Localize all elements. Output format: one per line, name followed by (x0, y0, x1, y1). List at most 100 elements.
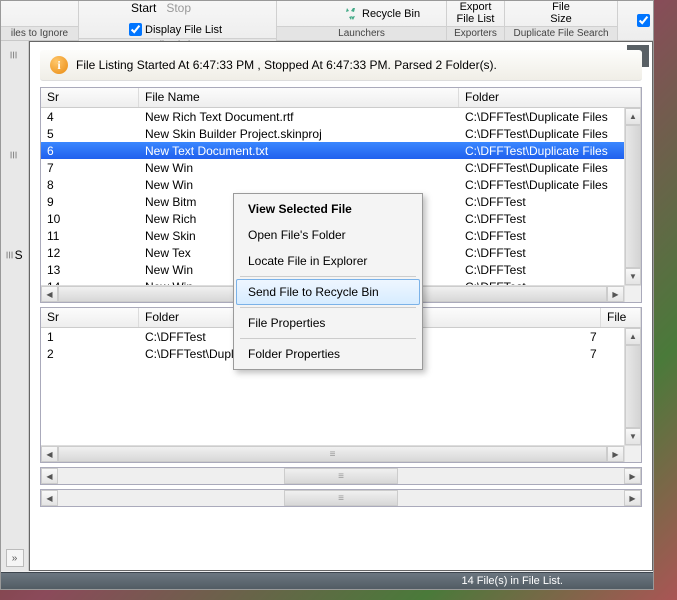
cell-filecount: 7 (584, 347, 624, 361)
main-panel: ✕ i File Listing Started At 6:47:33 PM ,… (29, 41, 653, 571)
display-file-list-checkbox[interactable]: Display File List (85, 21, 222, 38)
dock-handle-icon[interactable] (8, 145, 22, 165)
display-file-list-checkbox-input[interactable] (129, 23, 142, 36)
table-row[interactable]: 4New Rich Text Document.rtfC:\DFFTest\Du… (41, 108, 624, 125)
cell-sr: 4 (41, 110, 139, 124)
file-size-button[interactable]: File Size (548, 1, 573, 25)
col-folder[interactable]: Folder (459, 88, 641, 107)
cell-folder: C:\DFFTest (459, 229, 624, 243)
info-bar: i File Listing Started At 6:47:33 PM , S… (40, 50, 642, 81)
cell-sr: 2 (41, 347, 139, 361)
cm-file-properties[interactable]: File Properties (236, 310, 420, 336)
scroll-down-button[interactable]: ▼ (625, 268, 641, 285)
cm-separator (240, 338, 416, 339)
ribbon-group-dup: Duplicate File Search (505, 26, 617, 40)
cell-sr: 12 (41, 246, 139, 260)
scroll-up-button[interactable]: ▲ (625, 108, 641, 125)
cell-sr: 7 (41, 161, 139, 175)
cell-sr: 6 (41, 144, 139, 158)
horizontal-scrollbar[interactable]: ◀ ▶ (41, 490, 641, 506)
cell-folder: C:\DFFTest\Duplicate Files (459, 178, 624, 192)
vertical-scrollbar[interactable]: ▲ ▼ (624, 108, 641, 285)
display-file-list-label: Display File List (145, 24, 222, 36)
col-file[interactable]: File (601, 308, 641, 327)
scroll-right-button[interactable]: ▶ (624, 468, 641, 484)
table-row[interactable]: 6New Text Document.txtC:\DFFTest\Duplica… (41, 142, 624, 159)
col-sr[interactable]: Sr (41, 308, 139, 327)
status-bar: 14 File(s) in File List. (1, 572, 653, 589)
cell-folder: C:\DFFTest (459, 263, 624, 277)
cell-folder: C:\DFFTest\Duplicate Files (459, 110, 624, 124)
scroll-left-button[interactable]: ◀ (41, 490, 58, 506)
cell-sr: 9 (41, 195, 139, 209)
cell-folder: C:\DFFTest (459, 280, 624, 286)
export-label-1: Export (460, 1, 492, 13)
cell-folder: C:\DFFTest (459, 195, 624, 209)
info-icon: i (50, 56, 68, 74)
scroll-down-button[interactable]: ▼ (625, 428, 641, 445)
ribbon-group-ignore: iles to Ignore (1, 26, 78, 40)
cell-filename: New Text Document.txt (139, 144, 459, 158)
cm-send-to-recycle-bin[interactable]: Send File to Recycle Bin (236, 279, 420, 305)
scroll-right-button[interactable]: ▶ (607, 446, 624, 462)
scroll-right-button[interactable]: ▶ (607, 286, 624, 302)
cell-folder: C:\DFFTest (459, 212, 624, 226)
cm-locate-in-explorer[interactable]: Locate File in Explorer (236, 248, 420, 274)
export-file-list-button[interactable]: Export File List (455, 1, 497, 25)
status-text: 14 File(s) in File List. (462, 575, 563, 587)
ribbon-group-launchers: Launchers (277, 26, 446, 40)
scroll-thumb[interactable] (58, 446, 607, 462)
scroll-left-button[interactable]: ◀ (41, 468, 58, 484)
table-row[interactable]: 5New Skin Builder Project.skinprojC:\DFF… (41, 125, 624, 142)
export-label-2: File List (457, 13, 495, 25)
scroll-up-button[interactable]: ▲ (625, 328, 641, 345)
cell-sr: 14 (41, 280, 139, 286)
horizontal-scrollbar[interactable]: ◀ ▶ (41, 445, 641, 462)
trailing-checkbox-input[interactable] (637, 14, 650, 27)
stop-button[interactable]: Stop (166, 1, 191, 15)
table-row[interactable]: 7New WinC:\DFFTest\Duplicate Files (41, 159, 624, 176)
scroll-thumb[interactable] (625, 345, 641, 428)
scroll-thumb[interactable] (284, 490, 397, 506)
dock-handle-label-s[interactable]: S (8, 245, 22, 265)
cm-open-files-folder[interactable]: Open File's Folder (236, 222, 420, 248)
cell-folder: C:\DFFTest (459, 246, 624, 260)
expand-chevron-icon[interactable]: » (6, 549, 24, 567)
col-filename[interactable]: File Name (139, 88, 459, 107)
cell-sr: 10 (41, 212, 139, 226)
cell-sr: 1 (41, 330, 139, 344)
vertical-scrollbar[interactable]: ▲ ▼ (624, 328, 641, 445)
cell-sr: 8 (41, 178, 139, 192)
cell-folder: C:\DFFTest\Duplicate Files (459, 144, 624, 158)
ribbon-toolbar: iles to Ignore Start Stop Display File L… (1, 1, 653, 41)
scroll-thumb[interactable] (625, 125, 641, 268)
cell-sr: 13 (41, 263, 139, 277)
context-menu: View Selected File Open File's Folder Lo… (233, 193, 423, 370)
cell-filename: New Win (139, 178, 459, 192)
cm-folder-properties[interactable]: Folder Properties (236, 341, 420, 367)
recycle-bin-button[interactable]: Recycle Bin (341, 6, 422, 22)
file-size-label-2: Size (550, 13, 571, 25)
aux-grid-1: ◀ ▶ (40, 467, 642, 485)
horizontal-scrollbar[interactable]: ◀ ▶ (41, 468, 641, 484)
start-button[interactable]: Start (131, 1, 156, 15)
cm-view-selected-file[interactable]: View Selected File (236, 196, 420, 222)
scroll-left-button[interactable]: ◀ (41, 446, 58, 462)
info-bar-text: File Listing Started At 6:47:33 PM , Sto… (76, 58, 497, 72)
scroll-left-button[interactable]: ◀ (41, 286, 58, 302)
recycle-bin-label: Recycle Bin (362, 8, 420, 20)
col-sr[interactable]: Sr (41, 88, 139, 107)
cell-sr: 11 (41, 229, 139, 243)
cm-separator (240, 276, 416, 277)
left-dock-handles: S » (1, 41, 29, 571)
dock-handle-icon[interactable] (8, 45, 22, 65)
trailing-checkbox[interactable] (637, 12, 650, 29)
table-row[interactable]: 8New WinC:\DFFTest\Duplicate Files (41, 176, 624, 193)
cell-filename: New Skin Builder Project.skinproj (139, 127, 459, 141)
cell-sr: 5 (41, 127, 139, 141)
cm-separator (240, 307, 416, 308)
scroll-thumb[interactable] (284, 468, 397, 484)
scroll-right-button[interactable]: ▶ (624, 490, 641, 506)
ribbon-group-exporters: Exporters (447, 26, 504, 40)
cell-filename: New Win (139, 161, 459, 175)
